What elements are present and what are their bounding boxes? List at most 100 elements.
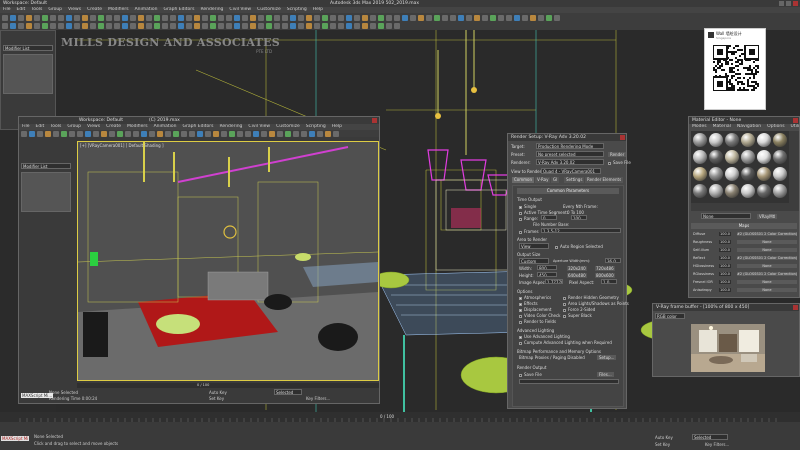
- files-button[interactable]: Files...: [597, 372, 614, 377]
- inner-tool-icon[interactable]: [309, 130, 315, 137]
- inner-timeline[interactable]: 0 / 100: [77, 383, 379, 388]
- material-slot[interactable]: [709, 133, 723, 147]
- main-secondary-tool-icon[interactable]: [10, 23, 16, 29]
- main-tool-icon[interactable]: [450, 14, 456, 21]
- main-secondary-tool-icon[interactable]: [178, 23, 184, 29]
- inner-tool-icon[interactable]: [197, 130, 203, 137]
- pixel-aspect-field[interactable]: 1.0: [601, 279, 617, 284]
- menu-group[interactable]: Group: [48, 7, 62, 12]
- inner-tool-icon[interactable]: [21, 130, 27, 137]
- main-tool-icon[interactable]: [434, 14, 440, 21]
- inner-set-key[interactable]: Set Key: [209, 396, 224, 401]
- main-tool-icon[interactable]: [346, 14, 352, 21]
- main-tool-icon[interactable]: [314, 14, 320, 21]
- material-slot[interactable]: [757, 150, 771, 164]
- main-secondary-tool-icon[interactable]: [170, 23, 176, 29]
- tab-common[interactable]: Common: [512, 177, 535, 183]
- maps-rollout[interactable]: Maps: [691, 223, 797, 229]
- main-secondary-tool-icon[interactable]: [162, 23, 168, 29]
- main-auto-key[interactable]: Auto Key: [655, 435, 673, 440]
- main-tool-icon[interactable]: [42, 14, 48, 21]
- inner-tool-icon[interactable]: [181, 130, 187, 137]
- inner-menu-civil-view[interactable]: Civil View: [248, 124, 270, 129]
- render-setup-close-icon[interactable]: [620, 135, 625, 140]
- map-amount[interactable]: 100.0: [719, 240, 732, 244]
- main-secondary-tool-icon[interactable]: [298, 23, 304, 29]
- main-tool-icon[interactable]: [362, 14, 368, 21]
- material-slot[interactable]: [741, 150, 755, 164]
- inner-tool-icon[interactable]: [229, 130, 235, 137]
- main-secondary-tool-icon[interactable]: [378, 23, 384, 29]
- menu-rendering[interactable]: Rendering: [200, 7, 223, 12]
- inner-menu-graph-editors[interactable]: Graph Editors: [183, 124, 214, 129]
- inner-close-icon[interactable]: [372, 118, 377, 123]
- inner-tool-icon[interactable]: [149, 130, 155, 137]
- main-tool-icon[interactable]: [466, 14, 472, 21]
- main-secondary-tool-icon[interactable]: [66, 23, 72, 29]
- map-slot-button[interactable]: None: [737, 240, 797, 244]
- setup-button[interactable]: Setup...: [597, 355, 617, 360]
- inner-tool-icon[interactable]: [93, 130, 99, 137]
- size-preset-d[interactable]: 800x600: [595, 273, 615, 278]
- main-secondary-tool-icon[interactable]: [226, 23, 232, 29]
- main-secondary-tool-icon[interactable]: [74, 23, 80, 29]
- menu-create[interactable]: Create: [87, 7, 102, 12]
- main-secondary-tool-icon[interactable]: [98, 23, 104, 29]
- maxscript-listener[interactable]: MAXScript Mi: [1, 436, 30, 441]
- opt-render-hidden[interactable]: Render Hidden Geometry: [563, 295, 619, 300]
- main-secondary-tool-icon[interactable]: [2, 23, 8, 29]
- main-tool-icon[interactable]: [458, 14, 464, 21]
- inner-menu-tools[interactable]: Tools: [50, 124, 61, 129]
- main-secondary-tool-icon[interactable]: [394, 23, 400, 29]
- map-slot-button[interactable]: None: [737, 288, 797, 292]
- material-editor-close-icon[interactable]: [793, 118, 798, 123]
- inner-tool-icon[interactable]: [29, 130, 35, 137]
- opt-area-lights[interactable]: Area Lights/Shadows as Points: [563, 301, 629, 306]
- material-slot[interactable]: [757, 133, 771, 147]
- tab-render-elements[interactable]: Render Elements: [585, 177, 624, 183]
- auto-region-check[interactable]: Auto Region Selected: [555, 244, 603, 249]
- main-secondary-tool-icon[interactable]: [122, 23, 128, 29]
- main-set-key[interactable]: Set Key: [655, 442, 670, 447]
- save-file-check[interactable]: Save File: [608, 160, 631, 165]
- inner-selected-dropdown[interactable]: Selected: [274, 389, 302, 395]
- inner-menu-group[interactable]: Group: [67, 124, 81, 129]
- main-tool-icon[interactable]: [2, 14, 8, 21]
- menu-graph-editors[interactable]: Graph Editors: [164, 7, 195, 12]
- inner-tool-icon[interactable]: [165, 130, 171, 137]
- width-field[interactable]: 800: [537, 265, 557, 270]
- inner-tool-icon[interactable]: [53, 130, 59, 137]
- inner-menu-rendering[interactable]: Rendering: [219, 124, 242, 129]
- menu-animation[interactable]: Animation: [135, 7, 158, 12]
- size-preset-c[interactable]: 640x480: [567, 273, 587, 278]
- main-tool-icon[interactable]: [258, 14, 264, 21]
- output-size-dropdown[interactable]: Custom: [519, 258, 549, 264]
- main-tool-icon[interactable]: [266, 14, 272, 21]
- main-tool-icon[interactable]: [442, 14, 448, 21]
- inner-tool-icon[interactable]: [77, 130, 83, 137]
- channel-dropdown[interactable]: RGB color: [655, 313, 685, 319]
- main-tool-icon[interactable]: [210, 14, 216, 21]
- tab-vray[interactable]: V-Ray: [535, 177, 551, 183]
- main-tool-icon[interactable]: [218, 14, 224, 21]
- tab-gi[interactable]: GI: [551, 177, 560, 183]
- main-tool-icon[interactable]: [250, 14, 256, 21]
- material-slot[interactable]: [693, 167, 707, 181]
- main-tool-icon[interactable]: [106, 14, 112, 21]
- main-tool-icon[interactable]: [10, 14, 16, 21]
- main-window-controls[interactable]: [779, 1, 798, 6]
- menu-edit[interactable]: Edit: [17, 7, 26, 12]
- main-modifier-stack[interactable]: [3, 54, 53, 94]
- main-secondary-tool-icon[interactable]: [42, 23, 48, 29]
- area-to-render-dropdown[interactable]: View: [519, 243, 549, 249]
- inner-tool-icon[interactable]: [125, 130, 131, 137]
- main-tool-icon[interactable]: [138, 14, 144, 21]
- inner-tool-icon[interactable]: [85, 130, 91, 137]
- inner-tool-icon[interactable]: [333, 130, 339, 137]
- inner-maxscript[interactable]: MAXScript Mi...: [21, 393, 54, 398]
- main-secondary-tool-icon[interactable]: [338, 23, 344, 29]
- opt-effects[interactable]: Effects: [519, 301, 538, 306]
- main-secondary-tool-icon[interactable]: [26, 23, 32, 29]
- output-path-field[interactable]: [519, 379, 619, 384]
- range-from[interactable]: 0: [541, 215, 557, 220]
